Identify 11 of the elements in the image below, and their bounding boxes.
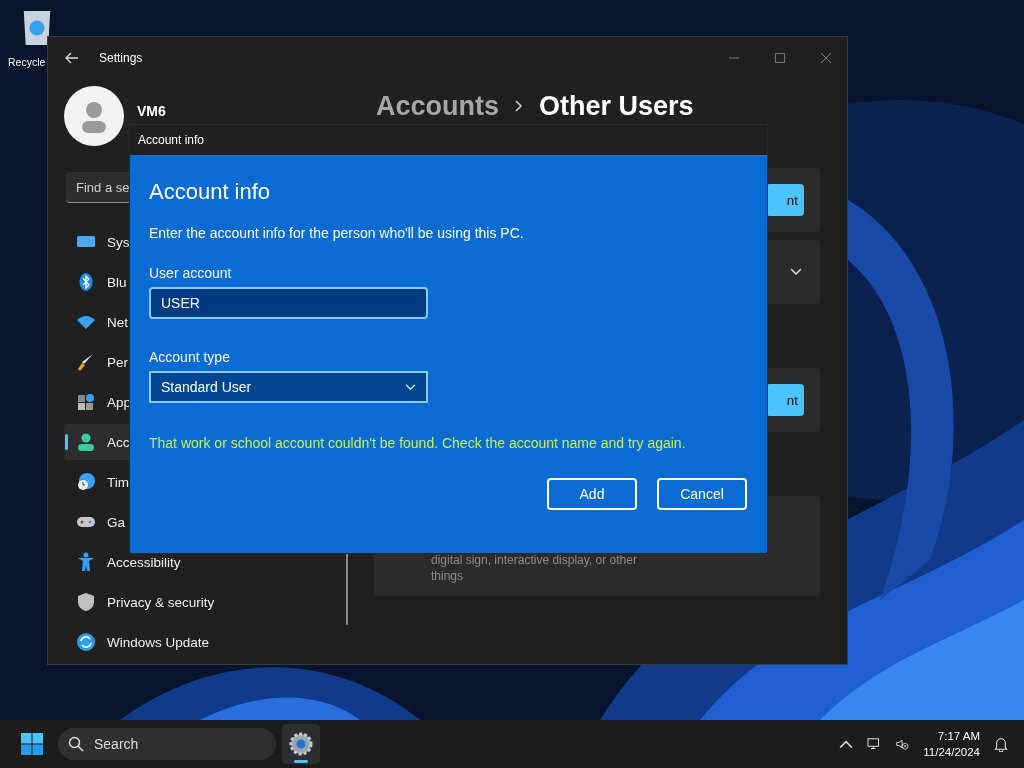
field-label: User account — [149, 265, 232, 281]
window-title: Settings — [99, 50, 143, 65]
desktop-icon-label: Recycle — [8, 56, 46, 68]
error-message: That work or school account couldn't be found. Check the account name and try again. — [149, 434, 687, 453]
dialog-title: Account info — [138, 133, 205, 147]
instructions-text: Enter the account info for the person who'll be using this PC. — [149, 225, 524, 241]
user-name: VM6 — [137, 103, 166, 119]
page-title: Other Users — [539, 90, 694, 122]
field-label: Account type — [149, 349, 230, 365]
dialog-heading: Account info — [149, 179, 271, 205]
card-description: digital sign, interactive display, or other things — [431, 552, 638, 584]
